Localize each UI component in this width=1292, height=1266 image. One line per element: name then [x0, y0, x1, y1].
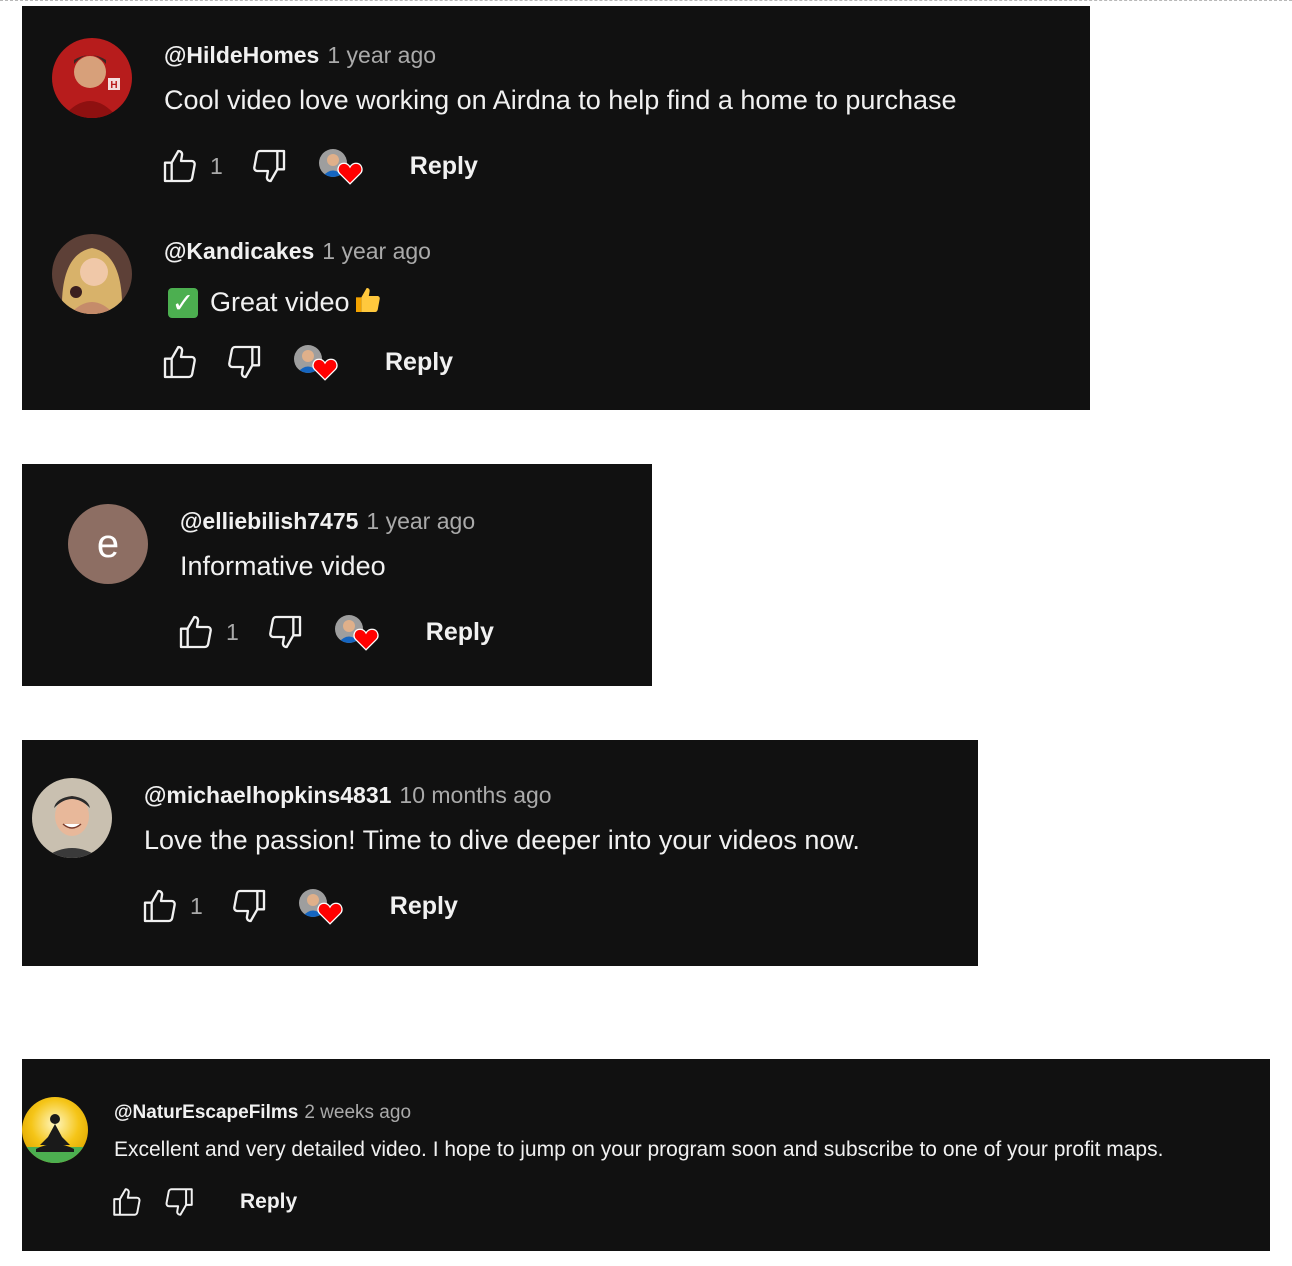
timestamp[interactable]: 10 months ago — [399, 782, 551, 808]
creator-heart-badge — [294, 342, 338, 382]
thumbs-down-icon — [232, 889, 265, 923]
person-avatar-smiling-icon — [32, 778, 112, 858]
dislike-button[interactable] — [224, 342, 264, 382]
dislike-button[interactable] — [229, 886, 269, 926]
meditation-logo-avatar-icon — [22, 1097, 88, 1163]
thumbs-up-emoji-icon — [352, 284, 384, 321]
person-avatar-red-icon: H — [52, 38, 132, 118]
like-count: 1 — [226, 618, 239, 645]
timestamp[interactable]: 2 weeks ago — [304, 1102, 411, 1123]
like-button[interactable] — [160, 342, 200, 382]
dislike-button[interactable] — [249, 146, 289, 186]
reply-button[interactable]: Reply — [385, 348, 453, 377]
reply-button[interactable]: Reply — [240, 1190, 297, 1214]
comment-text: Love the passion! Time to dive deeper in… — [144, 825, 860, 855]
dislike-button[interactable] — [162, 1185, 196, 1219]
like-button[interactable] — [160, 146, 200, 186]
check-mark-icon: ✓ — [168, 287, 198, 318]
avatar[interactable]: e — [68, 504, 148, 584]
like-count: 1 — [210, 152, 223, 179]
author-handle[interactable]: @elliebilish7475 — [180, 508, 358, 534]
author-handle[interactable]: @HildeHomes — [164, 42, 319, 68]
comment-text: Cool video love working on Airdna to hel… — [164, 85, 957, 115]
thumbs-down-icon — [228, 345, 261, 379]
comment-actions: 1 Reply — [176, 612, 494, 652]
author-handle[interactable]: @michaelhopkins4831 — [144, 782, 391, 808]
reply-button[interactable]: Reply — [426, 618, 494, 647]
comment-actions: Reply — [160, 342, 453, 382]
thumbs-down-icon — [165, 1188, 193, 1216]
comment-header: @NaturEscapeFilms 2 weeks ago — [114, 1103, 411, 1122]
heart-icon — [312, 358, 338, 381]
author-handle[interactable]: @Kandicakes — [164, 238, 314, 264]
timestamp[interactable]: 1 year ago — [366, 508, 475, 534]
comment-header: @HildeHomes 1 year ago — [164, 44, 436, 67]
comments-panel-1: H @HildeHomes 1 year ago Cool video love … — [22, 6, 1090, 410]
avatar[interactable]: H — [52, 38, 132, 118]
heart-icon — [317, 902, 343, 925]
comment-text: Informative video — [180, 551, 386, 581]
thumbs-up-icon — [113, 1188, 141, 1216]
dislike-button[interactable] — [265, 612, 305, 652]
comment-text: Excellent and very detailed video. I hop… — [114, 1138, 1164, 1161]
avatar[interactable] — [32, 778, 112, 858]
creator-heart-badge — [318, 146, 363, 186]
creator-heart-badge — [298, 886, 343, 926]
reply-button[interactable]: Reply — [410, 152, 478, 181]
avatar[interactable] — [22, 1097, 88, 1163]
person-avatar-blonde-icon — [52, 234, 132, 314]
thumbs-up-icon — [179, 615, 212, 649]
heart-icon — [353, 628, 379, 651]
comments-panel-3: @michaelhopkins4831 10 months ago Love th… — [22, 740, 978, 966]
thumbs-up-icon — [163, 345, 196, 379]
comment-header: @elliebilish7475 1 year ago — [180, 510, 475, 533]
comment-kandicakes: @Kandicakes 1 year ago ✓ Great video Reply — [22, 202, 1090, 410]
like-button[interactable] — [140, 886, 180, 926]
comment-text-row: ✓ Great video — [168, 284, 384, 321]
timestamp[interactable]: 1 year ago — [327, 42, 436, 68]
comment-actions: 1 Reply — [160, 146, 478, 186]
thumbs-down-icon — [252, 149, 285, 183]
thumbs-up-icon — [163, 149, 196, 183]
top-divider — [0, 0, 1292, 1]
svg-text:H: H — [110, 80, 117, 91]
comments-panel-4: @NaturEscapeFilms 2 weeks ago Excellent a… — [22, 1059, 1270, 1251]
comment-actions: Reply — [110, 1185, 297, 1219]
comment-michaelhopkins: @michaelhopkins4831 10 months ago Love th… — [22, 740, 978, 966]
comments-panel-2: e @elliebilish7475 1 year ago Informative… — [22, 464, 652, 686]
comment-header: @Kandicakes 1 year ago — [164, 240, 431, 263]
comment-text: Great video — [210, 287, 350, 317]
comment-actions: 1 Reply — [140, 886, 458, 926]
avatar-letter: e — [96, 522, 120, 566]
comment-naturescapefilms: @NaturEscapeFilms 2 weeks ago Excellent a… — [22, 1059, 1270, 1251]
comment-hildehomes: H @HildeHomes 1 year ago Cool video love … — [22, 6, 1090, 202]
avatar[interactable] — [52, 234, 132, 314]
thumbs-up-icon — [143, 889, 176, 923]
reply-button[interactable]: Reply — [390, 892, 458, 921]
like-count: 1 — [190, 892, 203, 919]
like-button[interactable] — [176, 612, 216, 652]
creator-heart-badge — [334, 612, 379, 652]
like-button[interactable] — [110, 1185, 144, 1219]
comment-elliebilish: e @elliebilish7475 1 year ago Informative… — [22, 464, 652, 686]
timestamp[interactable]: 1 year ago — [322, 238, 431, 264]
heart-icon — [337, 162, 363, 185]
comment-header: @michaelhopkins4831 10 months ago — [144, 784, 552, 807]
thumbs-down-icon — [268, 615, 301, 649]
author-handle[interactable]: @NaturEscapeFilms — [114, 1102, 298, 1123]
